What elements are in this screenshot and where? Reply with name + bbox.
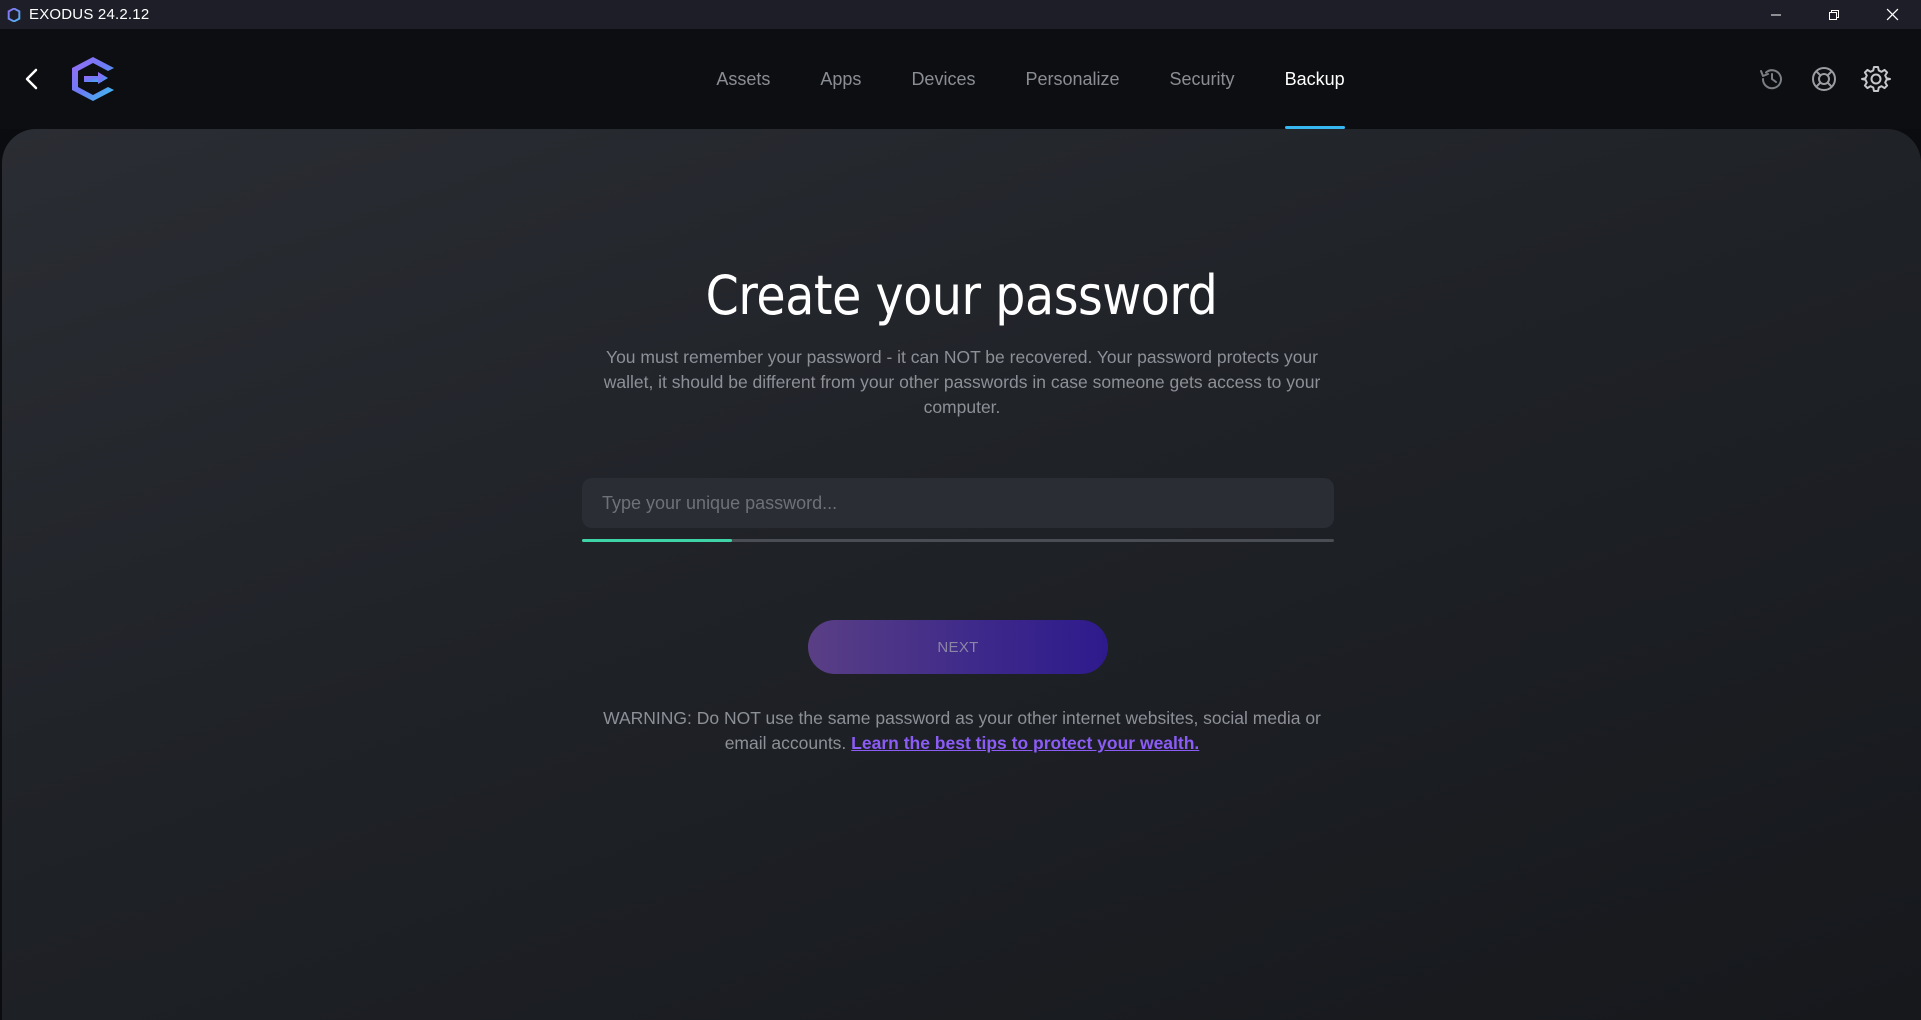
exodus-logo[interactable] [68, 54, 118, 104]
next-button[interactable]: NEXT [808, 620, 1108, 674]
tab-security[interactable]: Security [1145, 29, 1260, 129]
restore-icon [1829, 9, 1839, 20]
lifebuoy-icon [1812, 67, 1836, 91]
security-tips-link[interactable]: Learn the best tips to protect your weal… [851, 733, 1199, 753]
page-title: Create your password [705, 264, 1218, 327]
main-navigation: Assets Apps Devices Personalize Security… [0, 29, 1921, 129]
close-icon [1886, 8, 1898, 21]
gear-icon [1861, 66, 1891, 92]
password-description: You must remember your password - it can… [603, 347, 1321, 417]
support-button[interactable] [1809, 64, 1839, 94]
chevron-left-icon [25, 68, 38, 90]
password-strength-fill [582, 539, 733, 542]
tab-assets[interactable]: Assets [691, 29, 795, 129]
window-controls [1747, 0, 1921, 29]
minimize-icon [1771, 14, 1781, 15]
password-strength-meter [582, 539, 1334, 542]
tab-devices[interactable]: Devices [886, 29, 1000, 129]
tab-apps[interactable]: Apps [795, 29, 886, 129]
password-warning: WARNING: Do NOT use the same password as… [592, 706, 1332, 756]
main-panel: Create your password You must remember y… [2, 129, 1921, 1020]
exodus-logo-icon [72, 57, 114, 101]
tab-backup[interactable]: Backup [1260, 29, 1370, 129]
exodus-app-icon [5, 6, 23, 24]
history-button[interactable] [1757, 64, 1787, 94]
tab-personalize[interactable]: Personalize [1000, 29, 1144, 129]
restore-button[interactable] [1805, 0, 1863, 29]
app-header: Assets Apps Devices Personalize Security… [0, 29, 1921, 129]
password-input[interactable] [582, 478, 1334, 528]
header-actions [1757, 64, 1891, 94]
minimize-button[interactable] [1747, 0, 1805, 29]
back-button[interactable] [18, 65, 46, 93]
close-button[interactable] [1863, 0, 1921, 29]
settings-button[interactable] [1861, 64, 1891, 94]
window-title: EXODUS 24.2.12 [29, 6, 150, 23]
history-icon [1760, 69, 1782, 90]
window-titlebar: EXODUS 24.2.12 [0, 0, 1921, 29]
